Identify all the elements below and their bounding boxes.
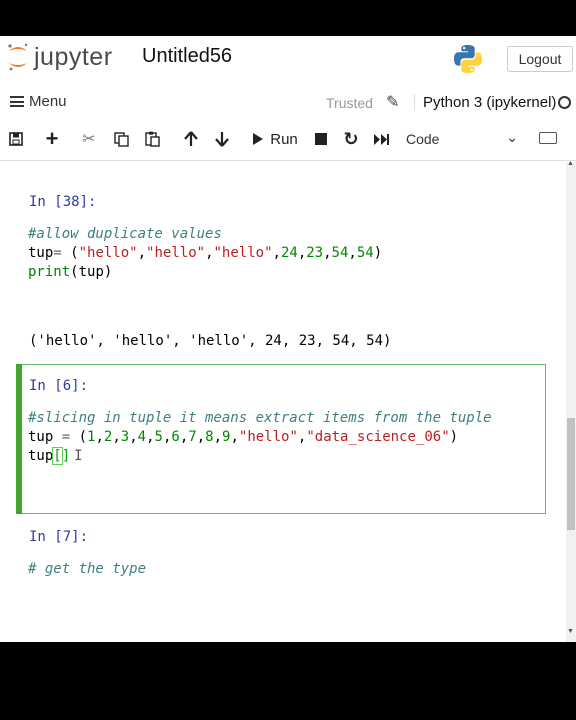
code-line: tup[] Ι xyxy=(28,447,83,465)
cell-type-select[interactable]: Code ⌄ xyxy=(400,128,522,150)
active-cell-indicator xyxy=(16,364,22,514)
cell-prompt: In [38]: xyxy=(29,194,97,210)
pencil-icon[interactable]: ✎ xyxy=(386,92,399,112)
chevron-down-icon: ⌄ xyxy=(506,129,518,145)
code-line: tup= ("hello","hello","hello",24,23,54,5… xyxy=(28,245,383,261)
cell-type-value: Code xyxy=(406,131,440,147)
cut-icon[interactable]: ✂ xyxy=(79,126,99,152)
hamburger-icon xyxy=(10,96,24,107)
kernel-name[interactable]: Python 3 (ipykernel) xyxy=(414,94,556,111)
stop-icon[interactable] xyxy=(313,126,329,152)
code-cell-input[interactable]: #slicing in tuple it means extract items… xyxy=(28,409,492,466)
save-icon[interactable] xyxy=(7,126,25,152)
text-cursor-icon: Ι xyxy=(74,448,83,464)
run-label: Run xyxy=(270,130,298,148)
code-line: # get the type xyxy=(28,561,147,577)
logout-button[interactable]: Logout xyxy=(507,46,573,72)
paste-icon[interactable] xyxy=(142,126,162,152)
notebook-title[interactable]: Untitled56 xyxy=(142,45,232,68)
kernel-status-icon xyxy=(558,96,571,109)
cell-output: ('hello', 'hello', 'hello', 24, 23, 54, … xyxy=(29,333,392,349)
fast-forward-icon[interactable] xyxy=(371,126,391,152)
menu-label: Menu xyxy=(29,93,67,110)
move-down-icon[interactable] xyxy=(213,126,231,152)
scrollbar[interactable] xyxy=(566,162,576,642)
restart-icon[interactable]: ↻ xyxy=(342,126,360,152)
code-line: print(tup) xyxy=(28,264,113,280)
cell-prompt: In [7]: xyxy=(29,529,89,545)
run-button[interactable]: Run xyxy=(250,126,300,152)
run-icon xyxy=(253,133,264,145)
jupyter-brand[interactable]: jupyter xyxy=(34,43,113,72)
scroll-down-icon[interactable]: ▼ xyxy=(567,628,574,635)
scrollbar-thumb[interactable] xyxy=(567,418,575,530)
header: jupyter Untitled56 Logout xyxy=(0,36,576,80)
code-cell-input[interactable]: # get the type xyxy=(28,560,146,579)
code-line: #allow duplicate values xyxy=(28,226,222,242)
python-logo-icon xyxy=(454,45,482,73)
code-line: #slicing in tuple it means extract items… xyxy=(28,410,492,426)
add-cell-icon[interactable]: + xyxy=(42,126,62,152)
jupyter-logo-icon[interactable] xyxy=(6,42,30,72)
menu-bar: Menu Trusted ✎ Python 3 (ipykernel) xyxy=(0,88,576,118)
toolbar-divider xyxy=(0,160,576,161)
trusted-indicator[interactable]: Trusted xyxy=(326,95,373,111)
move-up-icon[interactable] xyxy=(182,126,200,152)
jupyter-notebook-window: jupyter Untitled56 Logout Menu Trusted ✎… xyxy=(0,36,576,642)
toolbar: + ✂ Run ↻ Code ⌄ xyxy=(0,124,576,154)
code-cell-input[interactable]: #allow duplicate values tup= ("hello","h… xyxy=(28,225,382,282)
code-line: tup = (1,2,3,4,5,6,7,8,9,"hello","data_s… xyxy=(28,429,459,445)
keyboard-icon[interactable] xyxy=(539,132,557,144)
copy-icon[interactable] xyxy=(111,126,131,152)
scroll-up-icon[interactable]: ▲ xyxy=(567,160,574,167)
menu-button[interactable]: Menu xyxy=(10,93,67,110)
cell-prompt: In [6]: xyxy=(29,378,89,394)
